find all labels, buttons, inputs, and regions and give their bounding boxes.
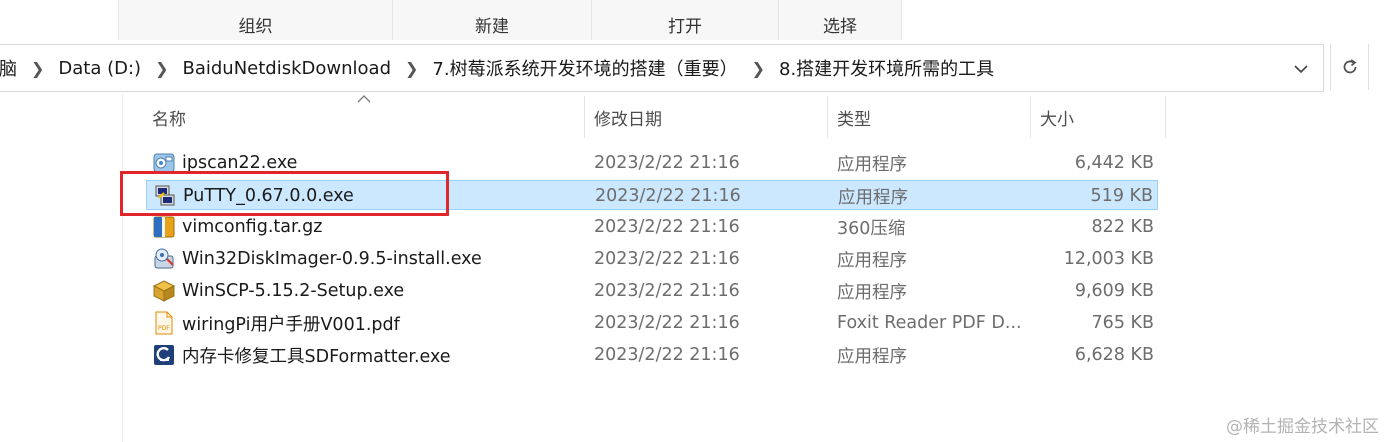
column-divider[interactable] [827, 96, 828, 138]
breadcrumb-chevron-icon[interactable]: ❯ [23, 59, 52, 78]
sdformatter-icon [154, 345, 174, 365]
file-row[interactable]: 内存卡修复工具SDFormatter.exe 2023/2/22 21:16 应… [146, 340, 1158, 370]
file-size: 6,628 KB [1074, 345, 1154, 365]
file-type: 360压缩 [837, 218, 906, 239]
column-header-type[interactable]: 类型 [837, 96, 871, 138]
file-date: 2023/2/22 21:16 [594, 249, 740, 269]
file-type: 应用程序 [837, 346, 907, 367]
breadcrumb-folder-chapter8[interactable]: 8.搭建开发环境所需的工具 [773, 55, 1000, 81]
breadcrumb-folder-download[interactable]: BaiduNetdiskDownload [176, 58, 397, 79]
navigation-pane-divider[interactable] [122, 94, 123, 442]
column-divider[interactable] [1165, 96, 1166, 138]
breadcrumb-this-pc[interactable]: 脑 [0, 55, 23, 81]
file-size: 765 KB [1091, 313, 1154, 333]
file-type: 应用程序 [838, 187, 908, 208]
sort-ascending-icon [357, 95, 371, 103]
file-name: wiringPi用户手册V001.pdf [182, 314, 400, 335]
file-row[interactable]: PDF wiringPi用户手册V001.pdf 2023/2/22 21:16… [146, 308, 1158, 338]
column-divider[interactable] [584, 96, 585, 138]
annotation-highlight-box [120, 171, 449, 216]
file-size: 822 KB [1091, 217, 1154, 237]
ribbon: 组织 新建 打开 选择 [0, 0, 1392, 40]
file-type: 应用程序 [837, 250, 907, 271]
file-date: 2023/2/22 21:16 [594, 313, 740, 333]
package-icon [152, 280, 176, 302]
breadcrumb-folder-chapter7[interactable]: 7.树莓派系统开发环境的搭建（重要） [426, 55, 743, 81]
watermark: @稀土掘金技术社区 [1226, 417, 1379, 437]
column-header-name[interactable]: 名称 [152, 96, 186, 138]
breadcrumb-chevron-icon[interactable]: ❯ [744, 59, 773, 78]
address-bar-row: 脑 ❯ Data (D:) ❯ BaiduNetdiskDownload ❯ 7… [0, 44, 1392, 92]
file-row[interactable]: WinSCP-5.15.2-Setup.exe 2023/2/22 21:16 … [146, 276, 1158, 306]
breadcrumb: 脑 ❯ Data (D:) ❯ BaiduNetdiskDownload ❯ 7… [0, 45, 1000, 91]
archive-icon [153, 216, 175, 238]
ribbon-group-organize[interactable]: 组织 [118, 0, 393, 40]
file-size: 12,003 KB [1063, 249, 1154, 269]
breadcrumb-chevron-icon[interactable]: ❯ [147, 59, 176, 78]
file-size: 6,442 KB [1074, 153, 1154, 173]
ribbon-group-open[interactable]: 打开 [591, 0, 779, 40]
column-divider[interactable] [1030, 96, 1031, 138]
file-row[interactable]: vimconfig.tar.gz 2023/2/22 21:16 360压缩 8… [146, 212, 1158, 242]
file-name: WinSCP-5.15.2-Setup.exe [182, 281, 405, 301]
refresh-icon[interactable] [1330, 44, 1369, 90]
file-date: 2023/2/22 21:16 [594, 217, 740, 237]
chevron-down-icon[interactable] [1287, 55, 1315, 83]
file-row[interactable]: Win32DiskImager-0.9.5-install.exe 2023/2… [146, 244, 1158, 274]
ribbon-group-select[interactable]: 选择 [778, 0, 902, 40]
breadcrumb-drive[interactable]: Data (D:) [52, 58, 147, 79]
breadcrumb-chevron-icon[interactable]: ❯ [397, 59, 426, 78]
column-header-date[interactable]: 修改日期 [594, 96, 662, 138]
file-type: 应用程序 [837, 282, 907, 303]
file-size: 9,609 KB [1074, 281, 1154, 301]
installer-icon [154, 248, 174, 269]
svg-text:PDF: PDF [158, 325, 170, 332]
file-date: 2023/2/22 21:16 [594, 281, 740, 301]
pdf-icon: PDF [155, 311, 173, 335]
file-type: Foxit Reader PDF D... [837, 313, 1022, 333]
ribbon-group-new[interactable]: 新建 [392, 0, 592, 40]
file-size: 519 KB [1090, 186, 1153, 206]
file-type: 应用程序 [837, 154, 907, 175]
file-name: 内存卡修复工具SDFormatter.exe [182, 346, 451, 367]
file-date: 2023/2/22 21:16 [594, 345, 740, 365]
column-header-size[interactable]: 大小 [1040, 96, 1074, 138]
file-date: 2023/2/22 21:16 [595, 186, 741, 206]
file-date: 2023/2/22 21:16 [594, 153, 740, 173]
address-bar[interactable]: 脑 ❯ Data (D:) ❯ BaiduNetdiskDownload ❯ 7… [0, 44, 1324, 92]
search-box-edge[interactable] [1368, 44, 1392, 90]
file-name: Win32DiskImager-0.9.5-install.exe [182, 249, 482, 269]
file-name: vimconfig.tar.gz [182, 217, 323, 237]
